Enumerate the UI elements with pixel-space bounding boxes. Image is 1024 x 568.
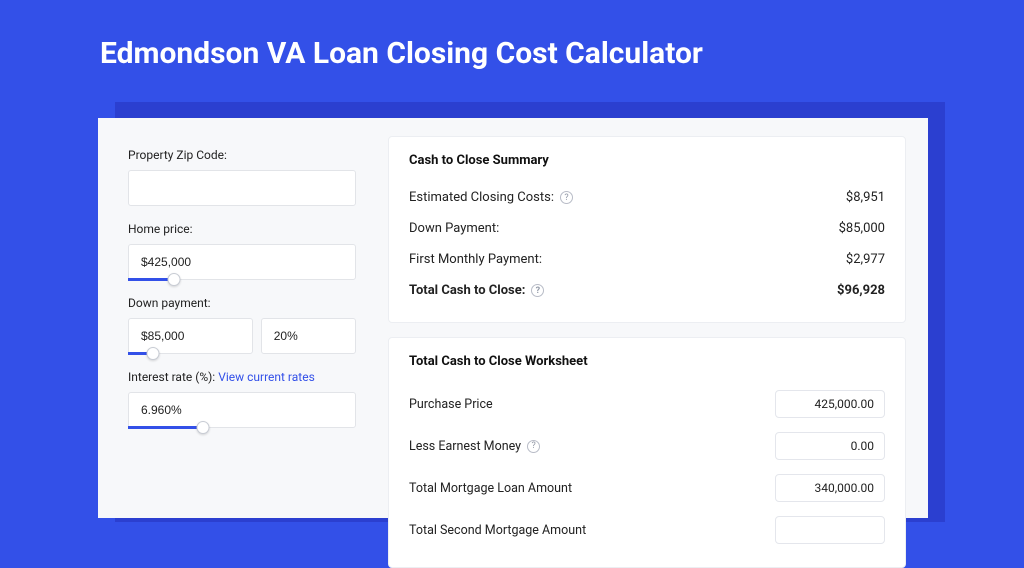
interest-label: Interest rate (%): View current rates	[128, 370, 356, 384]
calculator-panel: Property Zip Code: Home price: Down paym…	[98, 118, 928, 518]
down-payment-slider[interactable]	[128, 318, 253, 354]
summary-row-value: $85,000	[839, 221, 885, 236]
summary-row-value: $8,951	[846, 190, 885, 205]
page-title: Edmondson VA Loan Closing Cost Calculato…	[0, 0, 1024, 93]
home-price-label: Home price:	[128, 222, 356, 236]
summary-row-label: Down Payment:	[409, 221, 499, 236]
zip-label: Property Zip Code:	[128, 148, 356, 162]
summary-row-label: First Monthly Payment:	[409, 252, 542, 267]
worksheet-card: Total Cash to Close Worksheet Purchase P…	[388, 337, 906, 568]
summary-row: Down Payment: $85,000	[409, 213, 885, 244]
worksheet-row-value[interactable]: 425,000.00	[775, 390, 885, 418]
summary-row: Estimated Closing Costs: $8,951	[409, 182, 885, 213]
down-payment-slider-thumb[interactable]	[146, 347, 159, 360]
worksheet-row-value[interactable]	[775, 516, 885, 544]
interest-input[interactable]	[128, 392, 356, 428]
zip-field-group: Property Zip Code:	[128, 148, 356, 206]
worksheet-row-label: Less Earnest Money	[409, 439, 521, 454]
summary-row-label: Estimated Closing Costs:	[409, 190, 554, 205]
zip-input[interactable]	[128, 170, 356, 206]
worksheet-row-label: Total Mortgage Loan Amount	[409, 481, 572, 496]
home-price-input[interactable]	[128, 244, 356, 280]
worksheet-row: Less Earnest Money 0.00	[409, 425, 885, 467]
worksheet-row: Purchase Price 425,000.00	[409, 383, 885, 425]
help-icon[interactable]	[560, 191, 573, 204]
worksheet-row-value[interactable]: 340,000.00	[775, 474, 885, 502]
down-payment-pct-input[interactable]	[261, 318, 356, 354]
help-icon[interactable]	[527, 440, 540, 453]
down-payment-field-group: Down payment:	[128, 296, 356, 354]
home-price-slider[interactable]	[128, 244, 356, 280]
results-panel: Cash to Close Summary Estimated Closing …	[378, 118, 928, 518]
down-payment-label: Down payment:	[128, 296, 356, 310]
summary-heading: Cash to Close Summary	[409, 153, 885, 168]
home-price-slider-thumb[interactable]	[167, 273, 180, 286]
summary-card: Cash to Close Summary Estimated Closing …	[388, 136, 906, 323]
summary-total-label: Total Cash to Close:	[409, 283, 525, 298]
worksheet-row-label: Purchase Price	[409, 397, 493, 412]
inputs-panel: Property Zip Code: Home price: Down paym…	[98, 118, 378, 518]
interest-slider[interactable]	[128, 392, 356, 428]
worksheet-row-value[interactable]: 0.00	[775, 432, 885, 460]
worksheet-heading: Total Cash to Close Worksheet	[409, 354, 885, 369]
worksheet-row-label: Total Second Mortgage Amount	[409, 523, 586, 538]
interest-field-group: Interest rate (%): View current rates	[128, 370, 356, 428]
view-rates-link[interactable]: View current rates	[218, 370, 315, 384]
worksheet-row: Total Mortgage Loan Amount 340,000.00	[409, 467, 885, 509]
interest-label-text: Interest rate (%):	[128, 370, 218, 384]
summary-row: First Monthly Payment: $2,977	[409, 244, 885, 275]
interest-slider-thumb[interactable]	[197, 421, 210, 434]
help-icon[interactable]	[531, 284, 544, 297]
summary-total-row: Total Cash to Close: $96,928	[409, 275, 885, 306]
home-price-field-group: Home price:	[128, 222, 356, 280]
interest-slider-track	[128, 426, 203, 429]
summary-row-value: $2,977	[846, 252, 885, 267]
summary-total-value: $96,928	[837, 283, 885, 298]
down-payment-input[interactable]	[128, 318, 253, 354]
worksheet-row: Total Second Mortgage Amount	[409, 509, 885, 551]
